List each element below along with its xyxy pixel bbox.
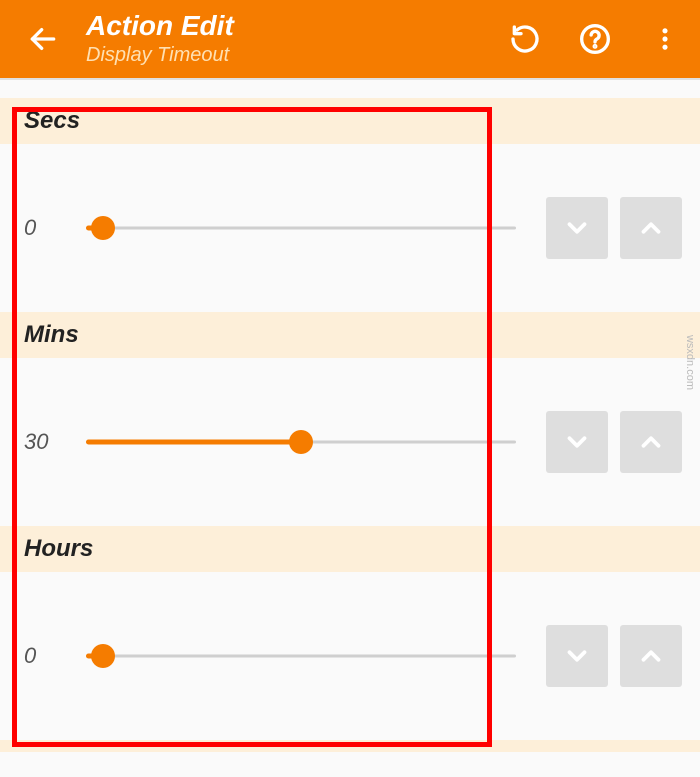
mins-decrement-button[interactable] [546, 411, 608, 473]
hours-decrement-button[interactable] [546, 625, 608, 687]
hours-slider[interactable] [86, 636, 516, 676]
mins-increment-button[interactable] [620, 411, 682, 473]
page-title: Action Edit [86, 11, 490, 42]
chevron-down-icon [562, 213, 592, 243]
secs-decrement-button[interactable] [546, 197, 608, 259]
mins-row: 30 [0, 358, 700, 526]
secs-increment-button[interactable] [620, 197, 682, 259]
secs-value: 0 [24, 215, 86, 241]
page-subtitle: Display Timeout [86, 43, 490, 67]
secs-slider[interactable] [86, 208, 516, 248]
back-arrow-icon [27, 23, 59, 55]
slider-thumb[interactable] [91, 644, 115, 668]
hours-value: 0 [24, 643, 86, 669]
mins-slider[interactable] [86, 422, 516, 462]
mins-steppers [546, 411, 682, 473]
back-button[interactable] [8, 0, 78, 78]
slider-thumb[interactable] [289, 430, 313, 454]
chevron-up-icon [636, 641, 666, 671]
chevron-up-icon [636, 427, 666, 457]
slider-thumb[interactable] [91, 216, 115, 240]
slider-track [86, 655, 516, 658]
chevron-up-icon [636, 213, 666, 243]
hours-row: 0 [0, 572, 700, 740]
more-vert-icon [651, 25, 679, 53]
next-section-peek [0, 740, 700, 752]
secs-steppers [546, 197, 682, 259]
help-button[interactable] [560, 0, 630, 78]
secs-row: 0 [0, 144, 700, 312]
mins-label: Mins [0, 312, 700, 358]
help-icon [579, 23, 611, 55]
app-header: Action Edit Display Timeout [0, 0, 700, 78]
chevron-down-icon [562, 641, 592, 671]
hours-increment-button[interactable] [620, 625, 682, 687]
hours-steppers [546, 625, 682, 687]
revert-icon [509, 23, 541, 55]
slider-track [86, 227, 516, 230]
chevron-down-icon [562, 427, 592, 457]
more-button[interactable] [630, 0, 700, 78]
secs-label: Secs [0, 98, 700, 144]
title-block: Action Edit Display Timeout [78, 11, 490, 68]
slider-fill [86, 440, 301, 445]
watermark: wsxdn.com [684, 335, 696, 390]
revert-button[interactable] [490, 0, 560, 78]
content-area: Secs 0 Mins 30 [0, 80, 700, 752]
hours-label: Hours [0, 526, 700, 572]
mins-value: 30 [24, 429, 86, 455]
